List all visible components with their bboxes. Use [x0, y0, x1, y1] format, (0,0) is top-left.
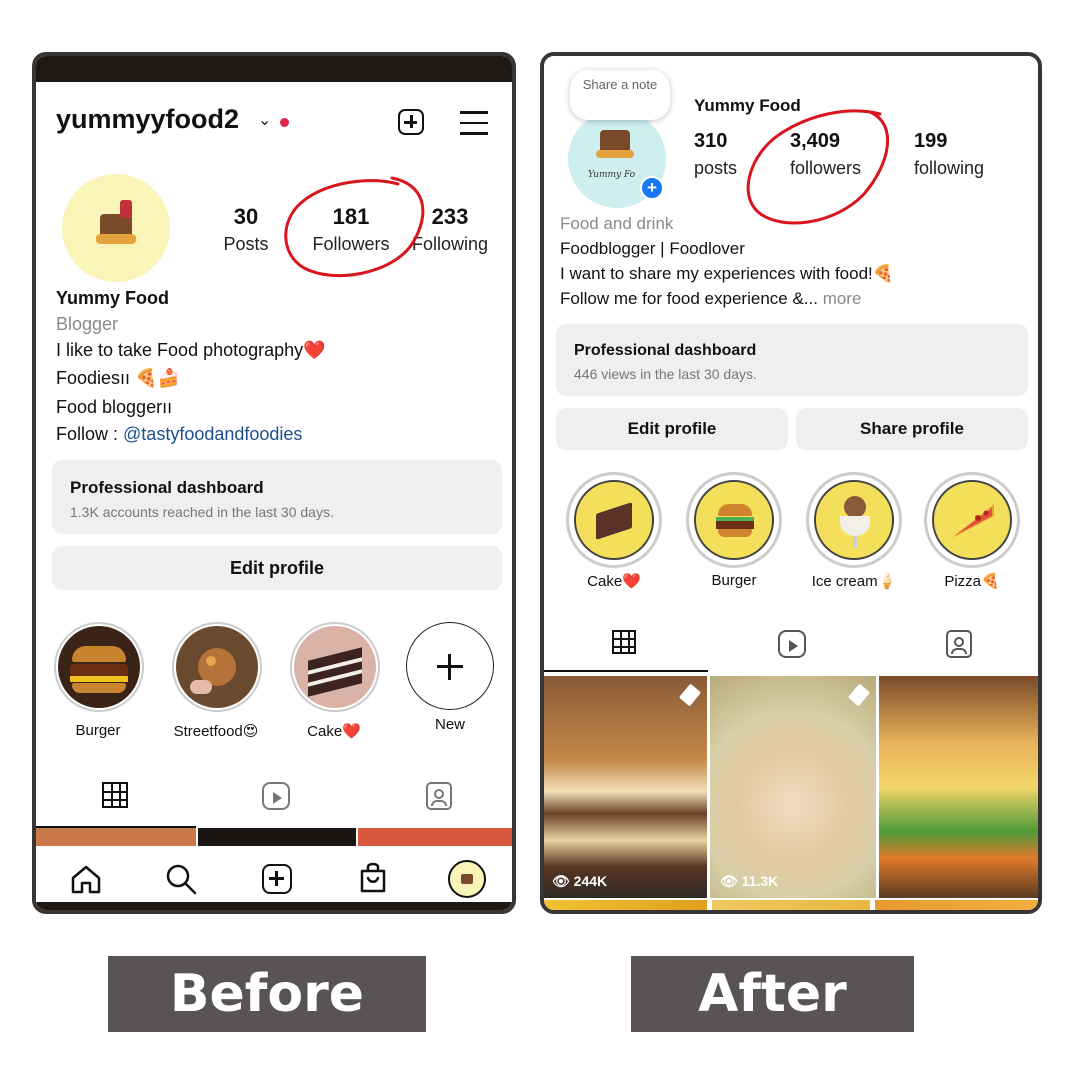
dashboard-title: Professional dashboard: [70, 478, 264, 497]
grid-tab-icon[interactable]: [102, 782, 128, 808]
tagged-tab-icon[interactable]: [426, 782, 452, 810]
status-bar: [36, 56, 512, 82]
chevron-down-icon[interactable]: ⌄: [258, 110, 271, 130]
dashboard-subtitle: 1.3K accounts reached in the last 30 day…: [70, 504, 334, 520]
post-views-2: 👁 11.3K: [720, 873, 778, 890]
dashboard-title: Professional dashboard: [574, 342, 757, 359]
edit-profile-button[interactable]: Edit profile: [556, 408, 788, 450]
before-label: Before: [108, 956, 426, 1032]
bio-line-3-text: Follow me for food experience &...: [560, 289, 818, 308]
search-icon[interactable]: [164, 862, 198, 896]
posts-label: posts: [694, 158, 738, 178]
post-thumbnail-2[interactable]: 👁 11.3K: [710, 676, 876, 898]
profile-category: Food and drink: [560, 214, 674, 233]
edit-profile-button[interactable]: Edit profile: [52, 546, 502, 590]
home-icon[interactable]: [70, 864, 102, 894]
post-views-1: 👁 244K: [552, 873, 607, 890]
tagged-tab-icon[interactable]: [946, 630, 972, 658]
share-profile-button[interactable]: Share profile: [796, 408, 1028, 450]
professional-dashboard-card[interactable]: Professional dashboard 1.3K accounts rea…: [52, 460, 502, 534]
username[interactable]: yummyyfood2: [56, 104, 239, 135]
bio-line-3: Food bloggerıı: [56, 397, 173, 417]
highlight-label-burger: Burger: [711, 572, 757, 589]
profile-nav-avatar[interactable]: [448, 860, 486, 898]
eye-icon: 👁: [720, 873, 738, 889]
pin-icon: [847, 683, 871, 707]
burger-thumbnail-icon: [58, 626, 140, 708]
post-thumbnail-3[interactable]: [879, 676, 1038, 898]
annotation-circle: [284, 176, 425, 278]
highlight-cake[interactable]: Cake❤️: [566, 472, 666, 594]
cake-highlight-icon: [574, 480, 654, 560]
following-count[interactable]: 199: [914, 130, 947, 153]
bio-line-2: I want to share my experiences with food…: [560, 264, 894, 283]
share-note-bubble[interactable]: Share a note: [570, 70, 670, 120]
bio-line-2: Foodiesıı 🍕🍰: [56, 368, 180, 388]
create-post-icon[interactable]: [398, 109, 424, 135]
highlight-label-cake: Cake❤️: [307, 723, 361, 740]
pizza-highlight-icon: [932, 480, 1012, 560]
dashboard-subtitle: 446 views in the last 30 days.: [574, 366, 757, 382]
grid-tab-icon[interactable]: [612, 630, 636, 654]
profile-avatar[interactable]: [62, 174, 170, 282]
profile-name: Yummy Food: [56, 288, 170, 308]
streetfood-thumbnail-icon: [176, 626, 258, 708]
reels-tab-icon[interactable]: [262, 782, 290, 810]
cake-thumbnail-icon: [294, 626, 376, 708]
bio-line-1: Foodblogger | Foodlover: [560, 239, 745, 258]
highlight-label-ice-cream: Ice cream🍦: [811, 573, 897, 590]
professional-dashboard-card[interactable]: Professional dashboard 446 views in the …: [556, 324, 1028, 396]
post-thumbnail[interactable]: [36, 828, 196, 846]
post-views-value: 244K: [573, 873, 608, 889]
add-story-plus-icon[interactable]: +: [640, 176, 664, 200]
highlight-streetfood[interactable]: Streetfood😍: [168, 622, 264, 742]
bio-handle-link[interactable]: @tastyfoodandfoodies: [123, 424, 302, 444]
highlight-pizza[interactable]: Pizza🍕: [924, 472, 1024, 594]
menu-icon[interactable]: [460, 111, 488, 135]
after-label: After: [631, 956, 914, 1032]
new-highlight-button[interactable]: New: [402, 622, 498, 742]
after-phone-screenshot: Yummy Fo + Share a note Yummy Food 310 p…: [540, 52, 1042, 914]
highlight-label-burger: Burger: [75, 722, 121, 739]
burger-highlight-icon: [694, 480, 774, 560]
posts-count: 30: [233, 204, 259, 229]
highlight-label-streetfood: Streetfood😍: [173, 723, 259, 740]
active-tab-indicator: [544, 670, 708, 672]
bio-follow-prefix: Follow :: [56, 424, 124, 444]
shop-icon[interactable]: [358, 861, 388, 895]
before-phone-screenshot: yummyyfood2 ⌄ 30 Posts 181 Followers 233…: [32, 52, 516, 914]
ice-cream-highlight-icon: [814, 480, 894, 560]
bio-line-1: I like to take Food photography❤️: [56, 340, 326, 360]
share-note-text: Share a note: [582, 77, 658, 92]
highlight-burger[interactable]: Burger: [686, 472, 786, 594]
eye-icon: 👁: [552, 873, 570, 889]
highlight-ice-cream[interactable]: Ice cream🍦: [806, 472, 906, 594]
pin-icon: [678, 683, 702, 707]
create-icon[interactable]: [262, 864, 292, 894]
posts-label: Posts: [223, 234, 269, 254]
following-label[interactable]: following: [914, 158, 984, 179]
post-thumbnail[interactable]: [198, 828, 356, 846]
annotation-circle: [746, 109, 890, 225]
highlight-cake[interactable]: Cake❤️: [286, 622, 382, 742]
highlight-label-pizza: Pizza🍕: [944, 573, 1000, 590]
notification-dot: [280, 118, 289, 127]
bio-more-link[interactable]: more: [818, 289, 862, 308]
post-thumbnail-1[interactable]: 👁 244K: [544, 676, 707, 898]
bio-follow-line: Follow : @tastyfoodandfoodies: [56, 424, 302, 445]
new-highlight-label: New: [434, 716, 465, 733]
post-views-value: 11.3K: [741, 873, 779, 889]
avatar-caption: Yummy Fo: [588, 170, 636, 180]
posts-count: 310: [694, 130, 728, 152]
post-thumbnail[interactable]: [358, 828, 512, 846]
reels-tab-icon[interactable]: [778, 630, 806, 658]
profile-category: Blogger: [56, 314, 119, 334]
bio-line-3: Follow me for food experience &... more: [560, 289, 861, 309]
post-grid-next-row: [544, 900, 1038, 910]
system-bar: [36, 902, 512, 910]
highlight-label-cake: Cake❤️: [587, 573, 641, 590]
highlight-burger[interactable]: Burger: [50, 622, 146, 742]
